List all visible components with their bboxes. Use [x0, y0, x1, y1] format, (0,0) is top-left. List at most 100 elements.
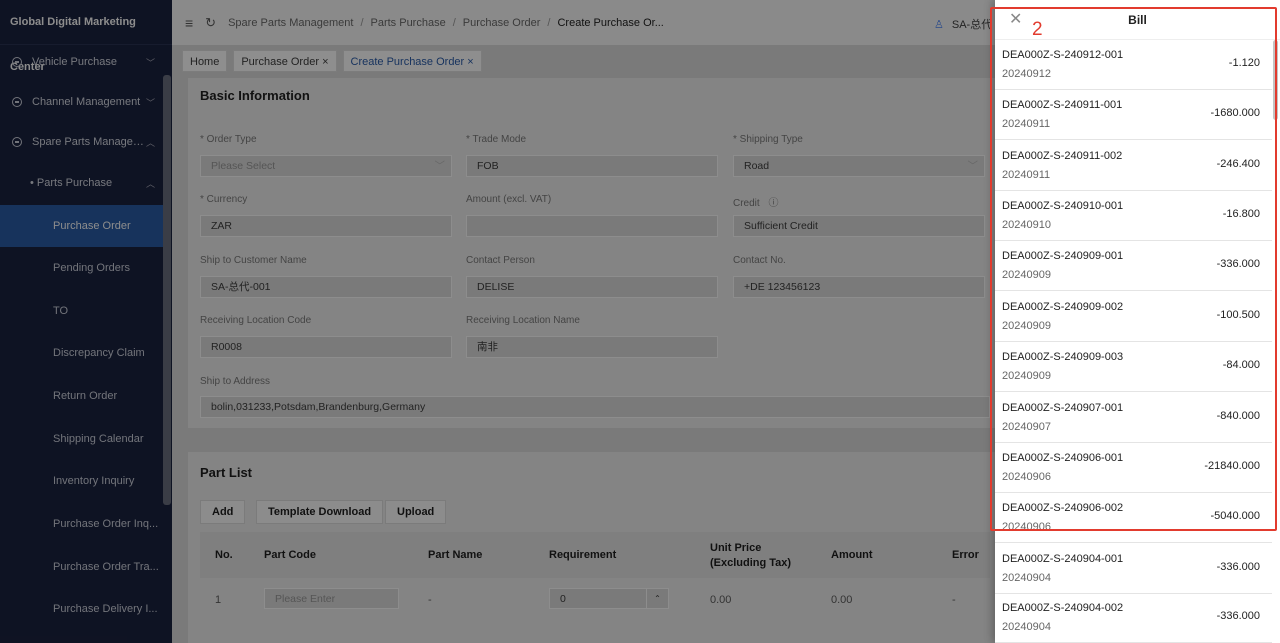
sidebar-group-vehicle-purchase[interactable]: Vehicle Purchase ﹀ — [0, 42, 163, 82]
shipping-type-value: Road — [744, 160, 770, 172]
contact-person-field[interactable]: DELISE — [466, 276, 718, 298]
sidebar-item-pending-orders[interactable]: Pending Orders — [0, 247, 163, 289]
ship-to-address-field[interactable]: bolin,031233,Potsdam,Brandenburg,Germany — [200, 396, 990, 418]
circle-plus-icon — [12, 97, 22, 107]
chevron-up-icon: ︿ — [145, 179, 155, 189]
column-part-name: Part Name — [428, 549, 483, 561]
chevron-down-icon: ﹀ — [434, 160, 446, 172]
order-type-placeholder: Please Select — [211, 160, 276, 172]
bill-amount: -336.000 — [1216, 258, 1260, 270]
amount-field[interactable] — [466, 215, 718, 237]
breadcrumb-purchase-order[interactable]: Purchase Order — [463, 17, 541, 29]
list-item[interactable]: DEA000Z-S-240909-003 20240909 -84.000 — [995, 342, 1272, 392]
add-button[interactable]: Add — [200, 500, 246, 524]
sidebar-item-purchase-order-inquiry[interactable]: Purchase Order Inq... — [0, 503, 163, 545]
tab-label: Home — [190, 56, 220, 68]
user-name: SA-总代 — [951, 19, 993, 31]
list-item[interactable]: DEA000Z-S-240904-002 20240904 -336.000 — [995, 593, 1272, 643]
row-part-name: - — [428, 594, 432, 606]
sidebar-item-shipping-calendar[interactable]: Shipping Calendar — [0, 418, 163, 460]
list-item[interactable]: DEA000Z-S-240912-001 20240912 -1.120 — [995, 40, 1272, 90]
credit-field[interactable]: Sufficient Credit — [733, 215, 985, 237]
bill-date: 20240911 — [1002, 169, 1051, 181]
close-icon[interactable]: × — [467, 56, 473, 68]
list-item[interactable]: DEA000Z-S-240907-001 20240907 -840.000 — [995, 393, 1272, 443]
contact-no-field[interactable]: +DE 123456123 — [733, 276, 985, 298]
breadcrumb-spare-parts[interactable]: Spare Parts Management — [228, 17, 353, 29]
bill-amount: -336.000 — [1216, 561, 1260, 573]
bill-code: DEA000Z-S-240909-003 — [1002, 351, 1124, 363]
sidebar-group-spare-parts[interactable]: Spare Parts Manage… ︿ — [0, 122, 163, 162]
sidebar-item-label: Inventory Inquiry — [53, 475, 135, 487]
list-item[interactable]: DEA000Z-S-240906-002 20240906 -5040.000 — [995, 493, 1272, 543]
drawer-scrollbar[interactable] — [1273, 40, 1278, 120]
bill-code: DEA000Z-S-240909-002 — [1002, 301, 1124, 313]
bill-amount: -336.000 — [1216, 610, 1260, 622]
bill-date: 20240904 — [1002, 621, 1051, 633]
bill-amount: -84.000 — [1222, 359, 1260, 371]
list-item[interactable]: DEA000Z-S-240904-001 20240904 -336.000 — [995, 544, 1272, 594]
sidebar-item-label: TO — [53, 305, 69, 317]
list-item[interactable]: DEA000Z-S-240910-001 20240910 -16.800 — [995, 191, 1272, 241]
sidebar-subgroup-parts-purchase[interactable]: • Parts Purchase ︿ — [0, 163, 163, 203]
part-code-input[interactable]: Please Enter — [264, 588, 399, 609]
sidebar-item-inventory-inquiry[interactable]: Inventory Inquiry — [0, 460, 163, 502]
part-list-title: Part List — [200, 465, 253, 480]
receiving-location-code-field[interactable]: R0008 — [200, 336, 452, 358]
sidebar-scrollbar[interactable] — [163, 75, 171, 505]
bill-amount: -1.120 — [1228, 57, 1260, 69]
trade-mode-field[interactable]: FOB — [466, 155, 718, 177]
bill-code: DEA000Z-S-240907-001 — [1002, 402, 1124, 414]
requirement-stepper[interactable]: 0 ⌃ — [549, 588, 669, 609]
close-icon[interactable]: × — [322, 56, 328, 68]
bill-amount: -840.000 — [1216, 410, 1260, 422]
list-item[interactable]: DEA000Z-S-240909-001 20240909 -336.000 — [995, 241, 1272, 291]
ship-to-customer-name-field[interactable]: SA-总代-001 — [200, 276, 452, 298]
refresh-icon[interactable]: ↻ — [205, 15, 216, 31]
stepper-arrows-icon[interactable]: ⌃ — [646, 589, 668, 608]
list-item[interactable]: DEA000Z-S-240911-001 20240911 -1680.000 — [995, 90, 1272, 140]
contact-person-label: Contact Person — [466, 255, 535, 266]
breadcrumb-separator: / — [452, 16, 456, 29]
tab-label: Create Purchase Order — [350, 56, 465, 68]
currency-field[interactable]: ZAR — [200, 215, 452, 237]
shipping-type-label: * Shipping Type — [733, 134, 803, 145]
chevron-down-icon: ﹀ — [145, 98, 155, 108]
bill-amount: -16.800 — [1222, 208, 1260, 220]
template-download-button[interactable]: Template Download — [256, 500, 384, 524]
order-type-select[interactable]: Please Select ﹀ — [200, 155, 452, 177]
breadcrumb-parts-purchase[interactable]: Parts Purchase — [371, 17, 446, 29]
currency-label: * Currency — [200, 194, 248, 205]
brand-title: Global Digital Marketing Center — [0, 0, 172, 73]
help-icon[interactable]: ⓘ — [768, 198, 778, 209]
list-item[interactable]: DEA000Z-S-240911-002 20240911 -246.400 — [995, 141, 1272, 191]
breadcrumb-separator: / — [360, 16, 364, 29]
ship-to-customer-name-label: Ship to Customer Name — [200, 255, 307, 266]
bill-date: 20240911 — [1002, 118, 1051, 130]
sidebar-group-channel-management[interactable]: Channel Management ﹀ — [0, 82, 163, 122]
part-table-header: No. Part Code Part Name Requirement Unit… — [200, 532, 990, 578]
sidebar-item-to[interactable]: TO — [0, 290, 163, 332]
bill-code: DEA000Z-S-240911-001 — [1002, 99, 1123, 111]
tab-create-purchase-order[interactable]: Create Purchase Order × — [342, 50, 482, 72]
column-no: No. — [215, 549, 233, 561]
upload-button[interactable]: Upload — [385, 500, 447, 524]
sidebar-item-return-order[interactable]: Return Order — [0, 375, 163, 417]
tab-home[interactable]: Home — [182, 50, 228, 72]
sidebar-item-discrepancy-claim[interactable]: Discrepancy Claim — [0, 332, 163, 374]
sidebar-item-label: Return Order — [53, 390, 118, 402]
menu-icon[interactable]: ≡ — [185, 15, 193, 31]
list-item[interactable]: DEA000Z-S-240906-001 20240906 -21840.000 — [995, 443, 1272, 493]
sidebar-item-label: Purchase Delivery I... — [53, 603, 158, 615]
receiving-location-name-field[interactable]: 南非 — [466, 336, 718, 358]
list-item[interactable]: DEA000Z-S-240909-002 20240909 -100.500 — [995, 292, 1272, 342]
sidebar-item-label: Shipping Calendar — [53, 433, 144, 445]
sidebar-item-purchase-order[interactable]: Purchase Order — [0, 205, 163, 247]
tab-purchase-order[interactable]: Purchase Order × — [233, 50, 337, 72]
order-type-label: * Order Type — [200, 134, 257, 145]
shipping-type-select[interactable]: Road ﹀ — [733, 155, 985, 177]
user-menu[interactable]: ♙ SA-总代 — [934, 16, 992, 32]
sidebar-item-purchase-order-tracking[interactable]: Purchase Order Tra... — [0, 546, 163, 588]
column-amount: Amount — [831, 549, 873, 561]
sidebar-item-purchase-delivery[interactable]: Purchase Delivery I... — [0, 588, 163, 630]
